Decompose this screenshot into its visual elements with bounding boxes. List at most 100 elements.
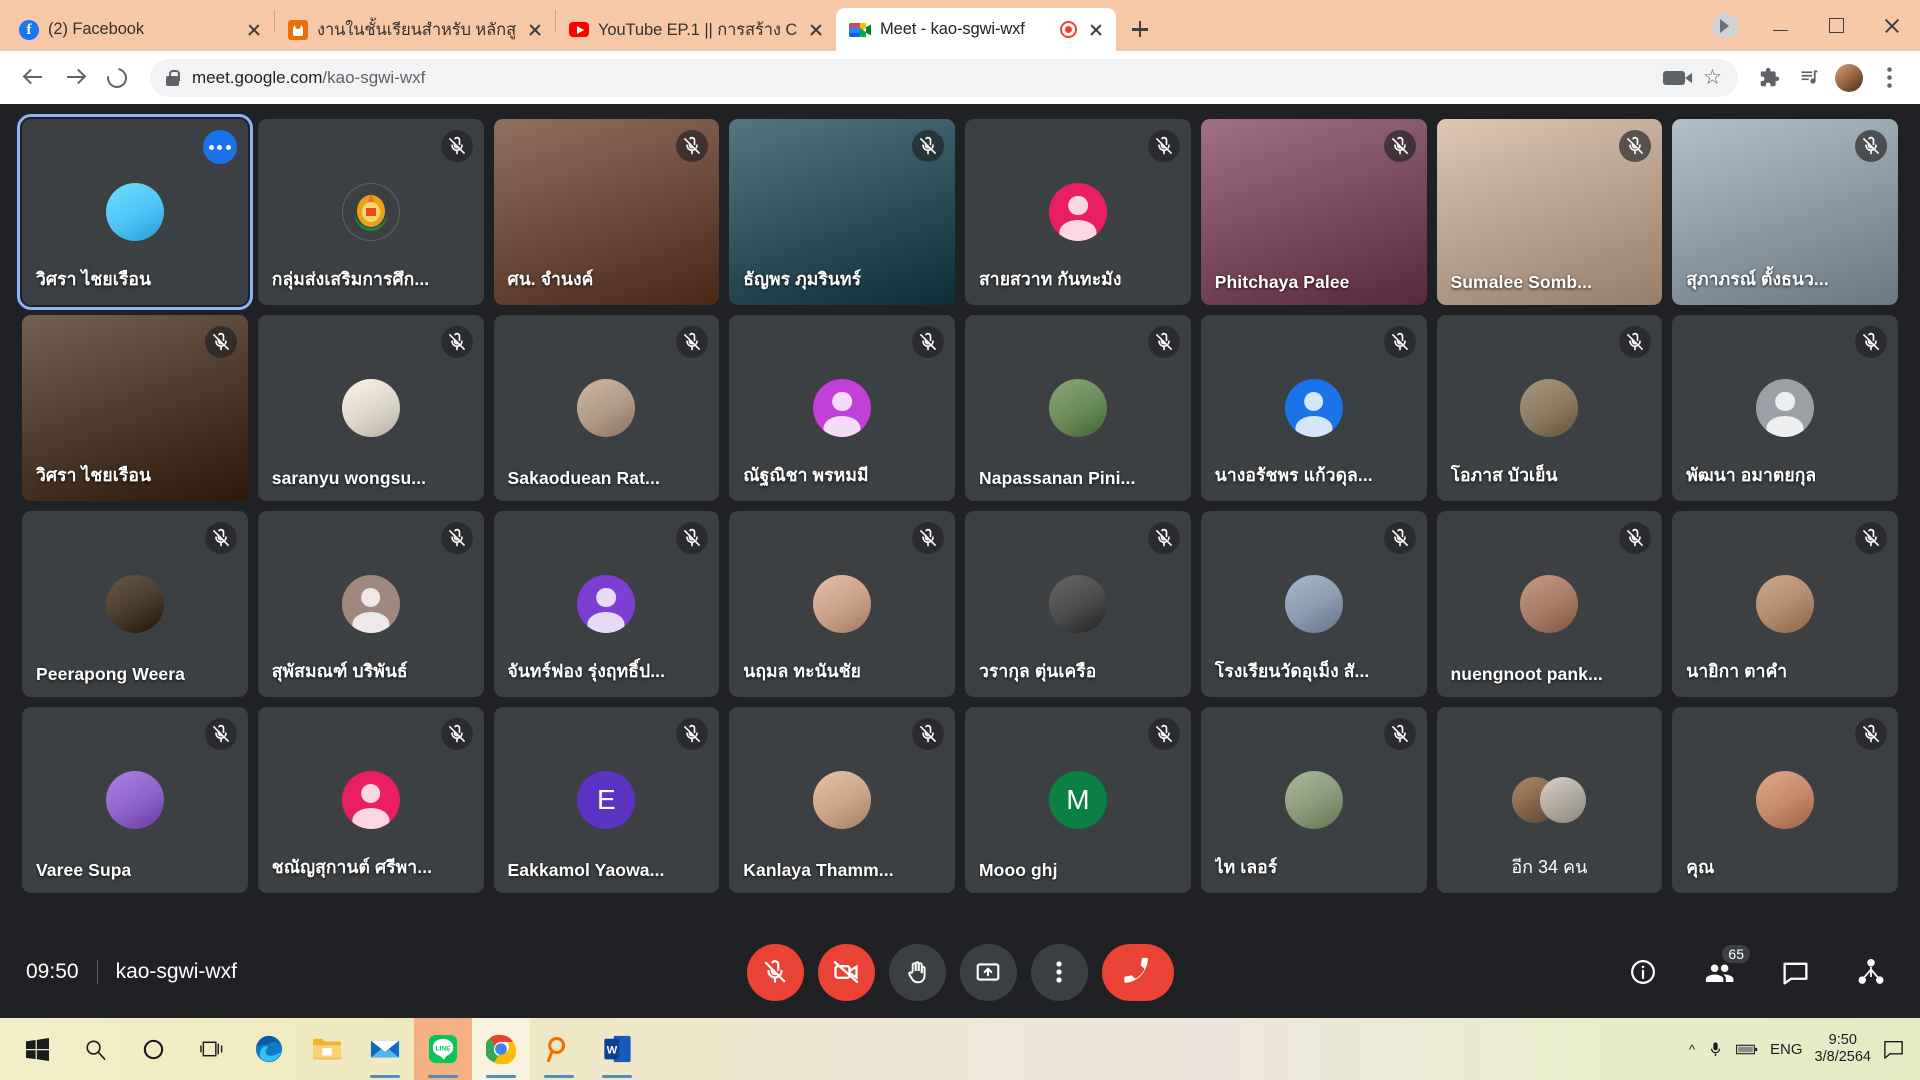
microsoft-edge-icon[interactable] <box>240 1018 298 1080</box>
close-icon[interactable] <box>1086 20 1106 40</box>
participant-tile[interactable]: นฤมล ทะนันชัย <box>729 511 955 697</box>
participant-tile[interactable]: saranyu wongsu... <box>257 315 484 501</box>
show-everyone-button[interactable]: 65 <box>1696 945 1750 995</box>
media-list-icon[interactable] <box>1792 61 1826 95</box>
more-options-icon[interactable] <box>202 130 237 164</box>
participant-tile[interactable]: สุภาภรณ์ ตั้งธนว... <box>1672 119 1898 305</box>
mic-muted-icon <box>676 130 709 162</box>
participant-tile[interactable]: Phitchaya Palee <box>1200 119 1427 305</box>
avatar <box>1756 771 1815 829</box>
back-button[interactable] <box>14 59 52 97</box>
opera-icon[interactable] <box>1712 12 1738 39</box>
task-view-icon[interactable] <box>182 1018 240 1080</box>
present-screen-button[interactable] <box>959 943 1017 1001</box>
chrome-menu-icon[interactable] <box>1872 61 1906 95</box>
url-host: meet.google.com <box>192 67 323 87</box>
participant-tile[interactable]: พัฒนา อมาตยกุล <box>1672 315 1898 501</box>
profile-avatar[interactable] <box>1832 61 1866 95</box>
participant-tile[interactable]: Sakaoduean Rat... <box>493 315 720 501</box>
participant-tile[interactable]: Varee Supa <box>22 707 248 893</box>
participant-tile[interactable]: คุณ <box>1672 707 1898 893</box>
participant-tile[interactable]: นายิกา ตาคำ <box>1672 511 1898 697</box>
close-icon[interactable] <box>244 20 264 40</box>
participant-tile[interactable]: โอภาส บัวเย็น <box>1436 315 1663 501</box>
avatar <box>105 771 164 829</box>
mic-muted-icon <box>1619 130 1652 162</box>
mic-muted-icon <box>1619 326 1652 358</box>
participant-tile[interactable]: วิศรา ไชยเรือน <box>17 114 253 310</box>
magnifier-orange-icon[interactable] <box>530 1018 588 1080</box>
tray-chevron-icon[interactable]: ^ <box>1689 1042 1695 1057</box>
maximize-button[interactable] <box>1808 6 1864 46</box>
activities-button[interactable] <box>1848 949 1894 995</box>
participant-tile[interactable]: สุพัสมณฑ์ บริพันธ์ <box>257 511 484 697</box>
extensions-puzzle-icon[interactable] <box>1752 61 1786 95</box>
participant-tile[interactable]: วิศรา ไชยเรือน <box>22 315 248 501</box>
start-button[interactable] <box>8 1018 66 1080</box>
participant-tile[interactable]: นางอรัชพร แก้วดุล... <box>1200 315 1427 501</box>
bookmark-star-icon[interactable]: ☆ <box>1703 65 1722 90</box>
browser-tab-meet[interactable]: Meet - kao-sgwi-wxf <box>836 8 1116 51</box>
participant-tile[interactable]: วรากุล ตุ่นเครือ <box>965 511 1191 697</box>
microphone-icon[interactable] <box>1707 1041 1724 1058</box>
browser-tab-youtube[interactable]: YouTube EP.1 || การสร้าง Channel <box>556 8 836 51</box>
search-icon[interactable] <box>66 1018 124 1080</box>
minimize-button[interactable] <box>1752 6 1808 46</box>
microphone-button[interactable] <box>746 943 804 1001</box>
avatar <box>341 575 400 633</box>
participant-tile[interactable]: Napassanan Pini... <box>965 315 1191 501</box>
language-indicator[interactable]: ENG <box>1770 1041 1803 1058</box>
folder-icon[interactable] <box>298 1018 356 1080</box>
participant-tile[interactable]: Peerapong Weera <box>22 511 248 697</box>
window-controls <box>1712 0 1920 51</box>
close-icon[interactable] <box>806 20 826 40</box>
participant-name: nuengnoot pank... <box>1450 664 1603 684</box>
mic-muted-icon <box>440 326 473 358</box>
participant-tile[interactable]: ชณัญสุกานต์ ศรีพา... <box>257 707 484 893</box>
meeting-details-button[interactable] <box>1620 949 1666 995</box>
participant-tile[interactable]: อีก 34 คน <box>1436 707 1663 893</box>
participant-tile[interactable]: Sumalee Somb... <box>1436 119 1663 305</box>
participant-tile[interactable]: ณัฐณิชา พรหมมี <box>729 315 955 501</box>
address-bar[interactable]: meet.google.com/kao-sgwi-wxf ☆ <box>150 58 1738 97</box>
reload-button[interactable] <box>98 59 136 97</box>
participant-tile[interactable]: nuengnoot pank... <box>1436 511 1663 697</box>
notification-icon[interactable] <box>1883 1040 1904 1059</box>
battery-icon[interactable] <box>1736 1043 1758 1056</box>
taskbar-clock[interactable]: 9:50 3/8/2564 <box>1815 1032 1871 1065</box>
tab-title: YouTube EP.1 || การสร้าง Channel <box>598 20 797 39</box>
browser-tab-facebook[interactable]: f (2) Facebook <box>6 8 274 51</box>
new-tab-button[interactable] <box>1122 11 1158 47</box>
mic-muted-icon <box>912 718 944 750</box>
raise-hand-button[interactable] <box>888 943 946 1001</box>
participant-tile[interactable]: E Eakkamol Yaowa... <box>493 707 720 893</box>
participant-count-badge: 65 <box>1722 945 1750 963</box>
forward-button[interactable] <box>56 59 94 97</box>
leave-call-button[interactable] <box>1101 943 1174 1001</box>
google-meet-icon <box>849 21 871 39</box>
participant-tile[interactable]: ไท เลอร์ <box>1200 707 1427 893</box>
microsoft-word-icon[interactable]: W <box>588 1018 646 1080</box>
participant-tile[interactable]: M Mooo ghj <box>965 707 1191 893</box>
browser-tab-classroom[interactable]: งานในชั้นเรียนสำหรับ หลักสูตรการพัฒ <box>275 8 555 51</box>
close-window-button[interactable] <box>1864 6 1920 46</box>
mail-icon[interactable] <box>356 1018 414 1080</box>
close-icon[interactable] <box>525 20 545 40</box>
camera-button[interactable] <box>817 943 875 1001</box>
participant-tile[interactable]: จันทร์ฟอง รุ่งฤทธิ์ป... <box>493 511 720 697</box>
participant-tile[interactable]: Kanlaya Thamm... <box>729 707 955 893</box>
line-app-icon[interactable]: LINE <box>414 1018 472 1080</box>
cortana-circle-icon[interactable] <box>124 1018 182 1080</box>
chat-button[interactable] <box>1772 949 1818 995</box>
participant-tile[interactable]: สายสวาท กันทะมัง <box>965 119 1191 305</box>
participant-tile[interactable]: กลุ่มส่งเสริมการศึก... <box>257 119 484 305</box>
camera-icon[interactable] <box>1663 70 1693 85</box>
participant-tile[interactable]: โรงเรียนวัดอุเม็ง สั... <box>1200 511 1427 697</box>
more-options-button[interactable] <box>1030 943 1088 1001</box>
avatar <box>1520 379 1579 437</box>
participant-tile[interactable]: ธัญพร ภุมรินทร์ <box>729 119 955 305</box>
participant-name: Sumalee Somb... <box>1450 272 1593 292</box>
tab-recording-icon[interactable] <box>1060 21 1077 38</box>
google-chrome-icon[interactable] <box>472 1018 530 1080</box>
participant-tile[interactable]: ศน. จำนงค์ <box>493 119 720 305</box>
